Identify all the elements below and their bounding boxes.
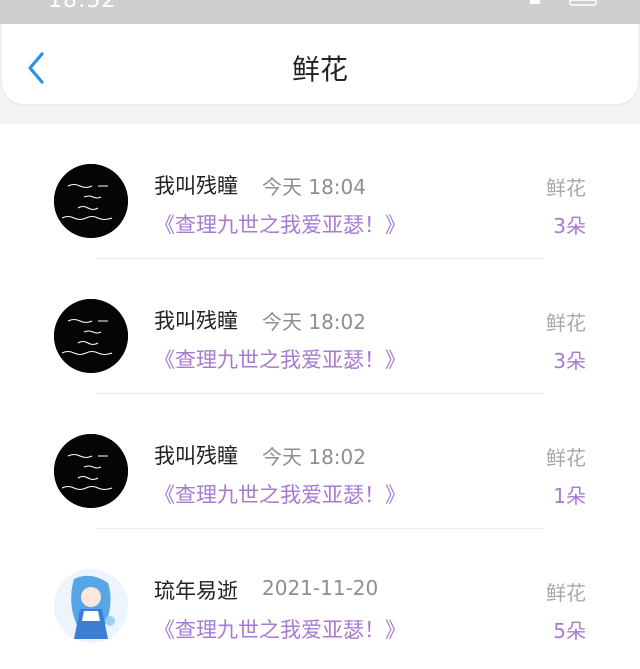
avatar[interactable] — [54, 164, 128, 238]
page-title: 鲜花 — [291, 53, 348, 86]
status-time: 18:52 — [48, 0, 117, 13]
book-title[interactable]: 《查理九世之我爱亚瑟！》 — [154, 479, 406, 509]
timestamp: 2021-11-20 — [262, 576, 379, 600]
handwriting-avatar-icon — [54, 434, 128, 508]
avatar[interactable] — [54, 434, 128, 508]
user-name[interactable]: 我叫残瞳 — [154, 305, 238, 335]
gift-count: 5朵 — [553, 619, 586, 643]
user-name[interactable]: 琉年易逝 — [154, 575, 238, 605]
gift-type: 鲜花 — [546, 176, 586, 200]
gift-count: 1朵 — [553, 484, 586, 508]
anime-character-avatar-icon — [54, 569, 128, 643]
status-icons — [530, 0, 597, 6]
list-item[interactable]: 我叫残瞳 今天 18:04 《查理九世之我爱亚瑟！》 鲜花 3朵 — [0, 124, 640, 259]
user-name[interactable]: 我叫残瞳 — [154, 440, 238, 470]
avatar[interactable] — [54, 299, 128, 373]
header: 鲜花 — [2, 24, 638, 104]
list-item[interactable]: 琉年易逝 2021-11-20 《查理九世之我爱亚瑟！》 鲜花 5朵 — [0, 529, 640, 664]
book-title[interactable]: 《查理九世之我爱亚瑟！》 — [154, 209, 406, 239]
gift-count: 3朵 — [553, 214, 586, 238]
user-name[interactable]: 我叫残瞳 — [154, 170, 238, 200]
book-title[interactable]: 《查理九世之我爱亚瑟！》 — [154, 344, 406, 374]
book-title[interactable]: 《查理九世之我爱亚瑟！》 — [154, 614, 406, 644]
status-bar: 18:52 — [0, 0, 640, 24]
timestamp: 今天 18:02 — [262, 445, 366, 469]
gift-type: 鲜花 — [546, 446, 586, 470]
handwriting-avatar-icon — [54, 299, 128, 373]
timestamp: 今天 18:04 — [262, 175, 366, 199]
avatar[interactable] — [54, 569, 128, 643]
timestamp: 今天 18:02 — [262, 310, 366, 334]
gift-type: 鲜花 — [546, 311, 586, 335]
gift-type: 鲜花 — [546, 581, 586, 605]
flower-list: 我叫残瞳 今天 18:04 《查理九世之我爱亚瑟！》 鲜花 3朵 我叫残瞳 今天… — [0, 124, 640, 669]
list-item[interactable]: 我叫残瞳 今天 18:02 《查理九世之我爱亚瑟！》 鲜花 1朵 — [0, 394, 640, 529]
gift-count: 3朵 — [553, 349, 586, 373]
handwriting-avatar-icon — [54, 164, 128, 238]
list-item[interactable]: 我叫残瞳 今天 18:02 《查理九世之我爱亚瑟！》 鲜花 3朵 — [0, 259, 640, 394]
